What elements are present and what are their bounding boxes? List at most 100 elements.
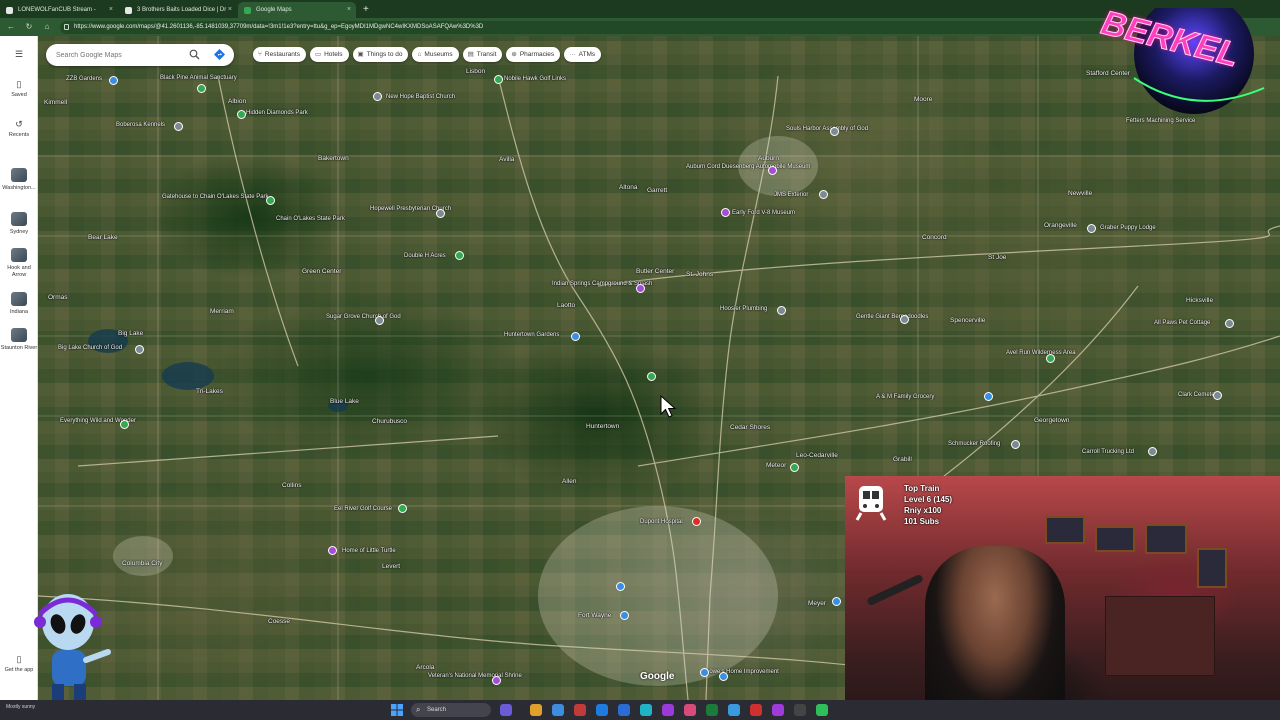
town-label[interactable]: Garrett	[647, 187, 667, 194]
place-pin-icon[interactable]	[266, 196, 275, 205]
attraction-pin-icon[interactable]	[636, 284, 645, 293]
museum-pin-icon[interactable]	[721, 208, 730, 217]
chip-transit[interactable]: ▤ Transit	[462, 47, 503, 62]
chrome-browser-icon[interactable]	[816, 704, 828, 716]
town-label[interactable]: St. Johns	[686, 271, 713, 278]
park-pin-icon[interactable]	[1046, 354, 1055, 363]
place-pin-icon[interactable]	[1148, 447, 1157, 456]
town-label[interactable]: Blue Lake	[330, 398, 359, 405]
place-label[interactable]: Auburn Cord Duesenberg Automobile Museum	[686, 164, 810, 170]
windows-start-icon[interactable]	[391, 704, 403, 716]
chip-pharmacies[interactable]: ⊕ Pharmacies	[506, 47, 561, 62]
town-label[interactable]: Allen	[562, 478, 576, 485]
place-label[interactable]: New Hope Baptist Church	[386, 94, 455, 100]
taskbar-app-icon[interactable]	[662, 704, 674, 716]
place-label[interactable]: Avel Run Wilderness Area	[1006, 350, 1076, 356]
place-label[interactable]: Huntertown Gardens	[504, 332, 559, 338]
place-label[interactable]: Lowe's Home Improvement	[706, 669, 779, 675]
place-pin-icon[interactable]	[109, 76, 118, 85]
town-label[interactable]: Spencerville	[950, 317, 985, 324]
chip-restaurants[interactable]: ⑂ Restaurants	[253, 47, 306, 62]
place-pin-icon[interactable]	[197, 84, 206, 93]
place-pin-icon[interactable]	[174, 122, 183, 131]
town-label[interactable]: Meyer	[808, 600, 826, 607]
town-label[interactable]: Lisbon	[466, 68, 485, 75]
town-label[interactable]: Kimmell	[44, 99, 67, 106]
town-label[interactable]: Georgetown	[1034, 417, 1069, 424]
place-pin-icon[interactable]	[436, 209, 445, 218]
recent-place-2[interactable]: Sydney	[0, 212, 38, 236]
chip-hotels[interactable]: ▭ Hotels	[309, 47, 349, 62]
town-label[interactable]: Leo-Cedarville	[796, 452, 838, 459]
recents-button[interactable]: ↺ Recents	[0, 119, 38, 139]
town-label[interactable]: Butler Center	[636, 268, 674, 275]
place-label[interactable]: Hidden Diamonds Park	[246, 110, 308, 116]
place-pin-icon[interactable]	[373, 92, 382, 101]
place-label[interactable]: Carroll Trucking Ltd	[1082, 449, 1134, 455]
place-label[interactable]: Double H Acres	[404, 253, 446, 259]
url-field[interactable]: https://www.google.com/maps/@41.2601136,…	[60, 20, 1220, 34]
directions-icon[interactable]	[214, 49, 225, 60]
golf-pin-icon[interactable]	[398, 504, 407, 513]
taskbar-app-icon[interactable]	[618, 704, 630, 716]
search-input[interactable]	[56, 49, 186, 61]
place-label[interactable]: Sugar Grove Church of God	[326, 314, 401, 320]
chip-things-to-do[interactable]: ▣ Things to do	[352, 47, 409, 62]
place-label[interactable]: ZZB Gardens	[66, 76, 102, 82]
browser-tab-2[interactable]: 3 Brothers Baits Loaded Dice | Dr ×	[119, 2, 237, 18]
menu-button[interactable]: ☰	[0, 49, 38, 62]
saved-button[interactable]: ▯ Saved	[0, 79, 38, 99]
place-pin-icon[interactable]	[1225, 319, 1234, 328]
town-label[interactable]: Moore	[914, 96, 932, 103]
park-pin-icon[interactable]	[647, 372, 656, 381]
place-label[interactable]: Early Ford V-8 Museum	[732, 210, 795, 216]
museum-pin-icon[interactable]	[768, 166, 777, 175]
place-pin-icon[interactable]	[455, 251, 464, 260]
place-pin-icon[interactable]	[1087, 224, 1096, 233]
browser-tab-3[interactable]: Google Maps ×	[238, 2, 356, 18]
hospital-pin-icon[interactable]	[692, 517, 701, 526]
town-label[interactable]: Columbia City	[122, 560, 162, 567]
weather-widget[interactable]: Mostly sunny	[6, 704, 35, 710]
town-label[interactable]: Churubusco	[372, 418, 407, 425]
search-icon[interactable]	[189, 49, 200, 60]
town-label[interactable]: Bear Lake	[88, 234, 118, 241]
place-label[interactable]: Gentle Giant Bernedoodles	[856, 314, 928, 320]
place-label[interactable]: Fetters Machining Service	[1126, 118, 1195, 124]
reload-icon[interactable]: ↻	[22, 20, 36, 34]
place-pin-icon[interactable]	[900, 315, 909, 324]
shop-pin-icon[interactable]	[984, 392, 993, 401]
place-label[interactable]: Boberosa Kennels	[116, 122, 165, 128]
town-label[interactable]: Big Lake	[118, 330, 143, 337]
place-label[interactable]: All Paws Pet Cottage	[1154, 320, 1210, 326]
town-label[interactable]: Huntertown	[586, 423, 619, 430]
shop-pin-icon[interactable]	[719, 672, 728, 681]
town-label[interactable]: Altona	[619, 184, 637, 191]
taskbar-app-icon[interactable]	[500, 704, 512, 716]
back-icon[interactable]: ←	[4, 20, 18, 34]
file-explorer-icon[interactable]	[530, 704, 542, 716]
tab-close-icon[interactable]: ×	[228, 2, 232, 18]
town-label[interactable]: Albion	[228, 98, 246, 105]
place-pin-icon[interactable]	[777, 306, 786, 315]
town-label[interactable]: Concord	[922, 234, 947, 241]
chip-atms[interactable]: ··· ATMs	[564, 47, 602, 62]
place-label[interactable]: Home of Little Turtle	[342, 548, 396, 554]
place-pin-icon[interactable]	[237, 110, 246, 119]
taskbar-app-icon[interactable]	[772, 704, 784, 716]
memorial-pin-icon[interactable]	[492, 676, 501, 685]
town-label[interactable]: Collins	[282, 482, 302, 489]
town-label[interactable]: Laotto	[557, 302, 575, 309]
place-label[interactable]: Chain O'Lakes State Park	[276, 216, 345, 222]
taskbar-search[interactable]: ⌕ Search	[411, 703, 491, 717]
place-pin-icon[interactable]	[832, 597, 841, 606]
place-pin-icon[interactable]	[135, 345, 144, 354]
tab-close-icon[interactable]: ×	[109, 2, 113, 18]
town-label[interactable]: Newville	[1068, 190, 1092, 197]
place-pin-icon[interactable]	[616, 582, 625, 591]
city-label[interactable]: Fort Wayne	[578, 612, 611, 619]
place-pin-icon[interactable]	[620, 611, 629, 620]
town-label[interactable]: Merriam	[210, 308, 234, 315]
park-pin-icon[interactable]	[120, 420, 129, 429]
place-pin-icon[interactable]	[375, 316, 384, 325]
